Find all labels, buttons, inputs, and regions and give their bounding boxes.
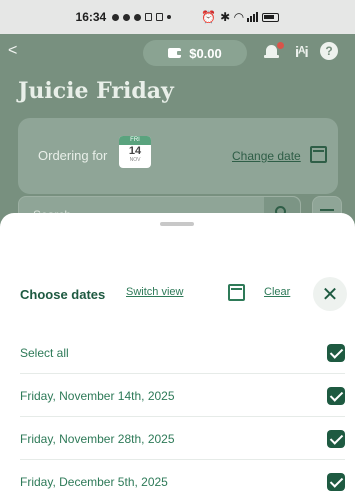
mail-icon xyxy=(145,13,153,21)
notification-icons xyxy=(112,13,172,21)
calendar-icon[interactable] xyxy=(310,146,327,163)
calendar-day: 14 xyxy=(128,145,142,157)
battery-icon xyxy=(262,12,280,22)
wallet-balance-button[interactable]: $0.00 xyxy=(143,40,247,66)
divider xyxy=(20,416,345,417)
checkbox-checked-icon[interactable] xyxy=(327,430,345,448)
notification-dot-icon xyxy=(134,13,142,21)
switch-view-link[interactable]: Switch view xyxy=(126,286,183,298)
account-icon[interactable]: iᴬi xyxy=(295,44,309,61)
date-row[interactable]: Friday, November 14th, 2025 xyxy=(20,384,345,408)
close-button[interactable]: ✕ xyxy=(313,277,347,311)
wallet-icon xyxy=(168,48,183,58)
signal-icon xyxy=(247,12,259,22)
top-bar: < $0.00 iᴬi ? xyxy=(0,34,355,74)
ordering-card: Ordering for FRI 14 NOV Change date xyxy=(18,118,338,194)
row-label: Friday, November 14th, 2025 xyxy=(20,389,175,403)
date-row[interactable]: Friday, November 28th, 2025 xyxy=(20,427,345,451)
back-button[interactable]: < xyxy=(8,42,17,60)
choose-dates-sheet: Choose dates Switch view Clear ✕ Select … xyxy=(0,213,355,499)
calendar-date-icon: FRI 14 NOV xyxy=(119,136,151,168)
clear-link[interactable]: Clear xyxy=(264,286,290,298)
sheet-title: Choose dates xyxy=(20,287,106,302)
mail-icon xyxy=(156,13,164,21)
bluetooth-icon: ✱ xyxy=(220,10,231,24)
divider xyxy=(20,373,345,374)
checkbox-checked-icon[interactable] xyxy=(327,344,345,362)
change-date-link[interactable]: Change date xyxy=(232,149,301,163)
calendar-month: NOV xyxy=(129,157,141,163)
row-label: Friday, November 28th, 2025 xyxy=(20,432,175,446)
system-icons: ⏰ ✱ ◠ xyxy=(201,10,280,24)
status-time: 16:34 xyxy=(75,10,107,24)
sheet-drag-handle[interactable] xyxy=(160,222,194,226)
select-all-row[interactable]: Select all xyxy=(20,341,345,365)
notification-dot-icon xyxy=(123,13,131,21)
ordering-for-label: Ordering for xyxy=(38,148,108,163)
more-dot-icon xyxy=(167,15,172,19)
notification-badge xyxy=(277,42,284,49)
filter-icon xyxy=(320,209,334,211)
page-title: Juicie Friday xyxy=(18,78,174,104)
alarm-icon: ⏰ xyxy=(201,10,217,24)
wallet-amount: $0.00 xyxy=(189,45,222,61)
divider xyxy=(20,459,345,460)
date-row[interactable]: Friday, December 5th, 2025 xyxy=(20,470,345,494)
calendar-icon[interactable] xyxy=(228,284,245,301)
notification-dot-icon xyxy=(112,13,120,21)
status-bar: 16:34 ⏰ ✱ ◠ xyxy=(0,0,355,34)
row-label: Friday, December 5th, 2025 xyxy=(20,475,168,489)
row-label: Select all xyxy=(20,346,69,360)
wifi-icon: ◠ xyxy=(234,10,244,24)
calendar-weekday: FRI xyxy=(119,136,151,145)
help-icon[interactable]: ? xyxy=(320,42,338,60)
checkbox-checked-icon[interactable] xyxy=(327,387,345,405)
checkbox-checked-icon[interactable] xyxy=(327,473,345,491)
